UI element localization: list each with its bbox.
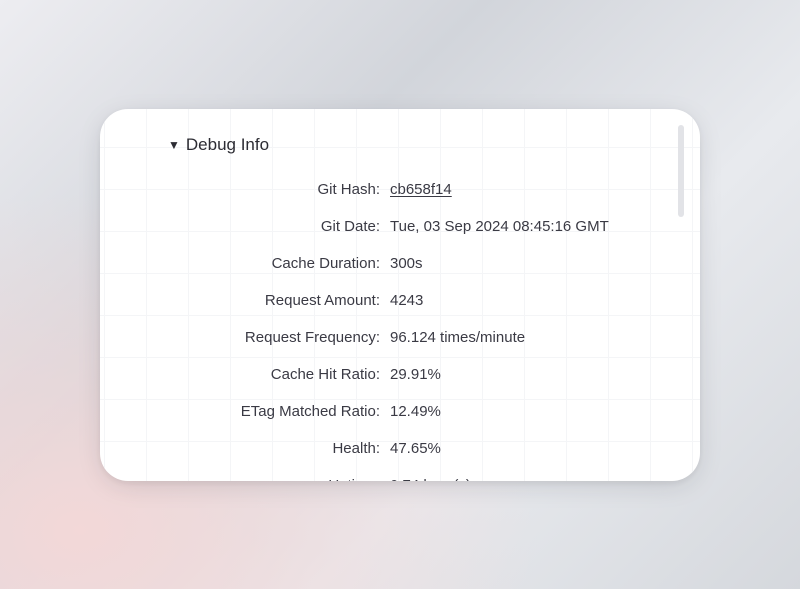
- label-git-date: Git Date:: [132, 216, 390, 237]
- value-git-hash-link[interactable]: cb658f14: [390, 181, 452, 198]
- value-request-amount: 4243: [390, 290, 423, 311]
- row-health: Health: 47.65%: [132, 430, 648, 467]
- value-cache-duration: 300s: [390, 253, 423, 274]
- row-git-hash: Git Hash: cb658f14: [132, 171, 648, 208]
- label-health: Health:: [132, 438, 390, 459]
- value-git-date: Tue, 03 Sep 2024 08:45:16 GMT: [390, 216, 609, 237]
- label-git-hash: Git Hash:: [132, 179, 390, 200]
- label-etag-matched-ratio: ETag Matched Ratio:: [132, 401, 390, 422]
- debug-info-list: Git Hash: cb658f14 Git Date: Tue, 03 Sep…: [132, 171, 668, 481]
- label-cache-duration: Cache Duration:: [132, 253, 390, 274]
- row-cache-hit-ratio: Cache Hit Ratio: 29.91%: [132, 356, 648, 393]
- label-uptime: Uptime:: [132, 475, 390, 481]
- value-etag-matched-ratio: 12.49%: [390, 401, 441, 422]
- debug-info-details: ▼ Debug Info Git Hash: cb658f14 Git Date…: [132, 129, 668, 481]
- row-request-amount: Request Amount: 4243: [132, 282, 648, 319]
- card-title: Debug Info: [186, 135, 269, 155]
- value-uptime: 0.74 hour(s): [390, 475, 471, 481]
- row-request-frequency: Request Frequency: 96.124 times/minute: [132, 319, 648, 356]
- value-health: 47.65%: [390, 438, 441, 459]
- label-request-frequency: Request Frequency:: [132, 327, 390, 348]
- value-request-frequency: 96.124 times/minute: [390, 327, 525, 348]
- triangle-down-icon: ▼: [168, 139, 180, 151]
- card-content: ▼ Debug Info Git Hash: cb658f14 Git Date…: [100, 109, 700, 481]
- debug-info-toggle[interactable]: ▼ Debug Info: [132, 129, 668, 171]
- row-uptime: Uptime: 0.74 hour(s): [132, 467, 648, 481]
- row-git-date: Git Date: Tue, 03 Sep 2024 08:45:16 GMT: [132, 208, 648, 245]
- row-etag-matched-ratio: ETag Matched Ratio: 12.49%: [132, 393, 648, 430]
- debug-info-card: ▼ Debug Info Git Hash: cb658f14 Git Date…: [100, 109, 700, 481]
- label-cache-hit-ratio: Cache Hit Ratio:: [132, 364, 390, 385]
- label-request-amount: Request Amount:: [132, 290, 390, 311]
- row-cache-duration: Cache Duration: 300s: [132, 245, 648, 282]
- value-cache-hit-ratio: 29.91%: [390, 364, 441, 385]
